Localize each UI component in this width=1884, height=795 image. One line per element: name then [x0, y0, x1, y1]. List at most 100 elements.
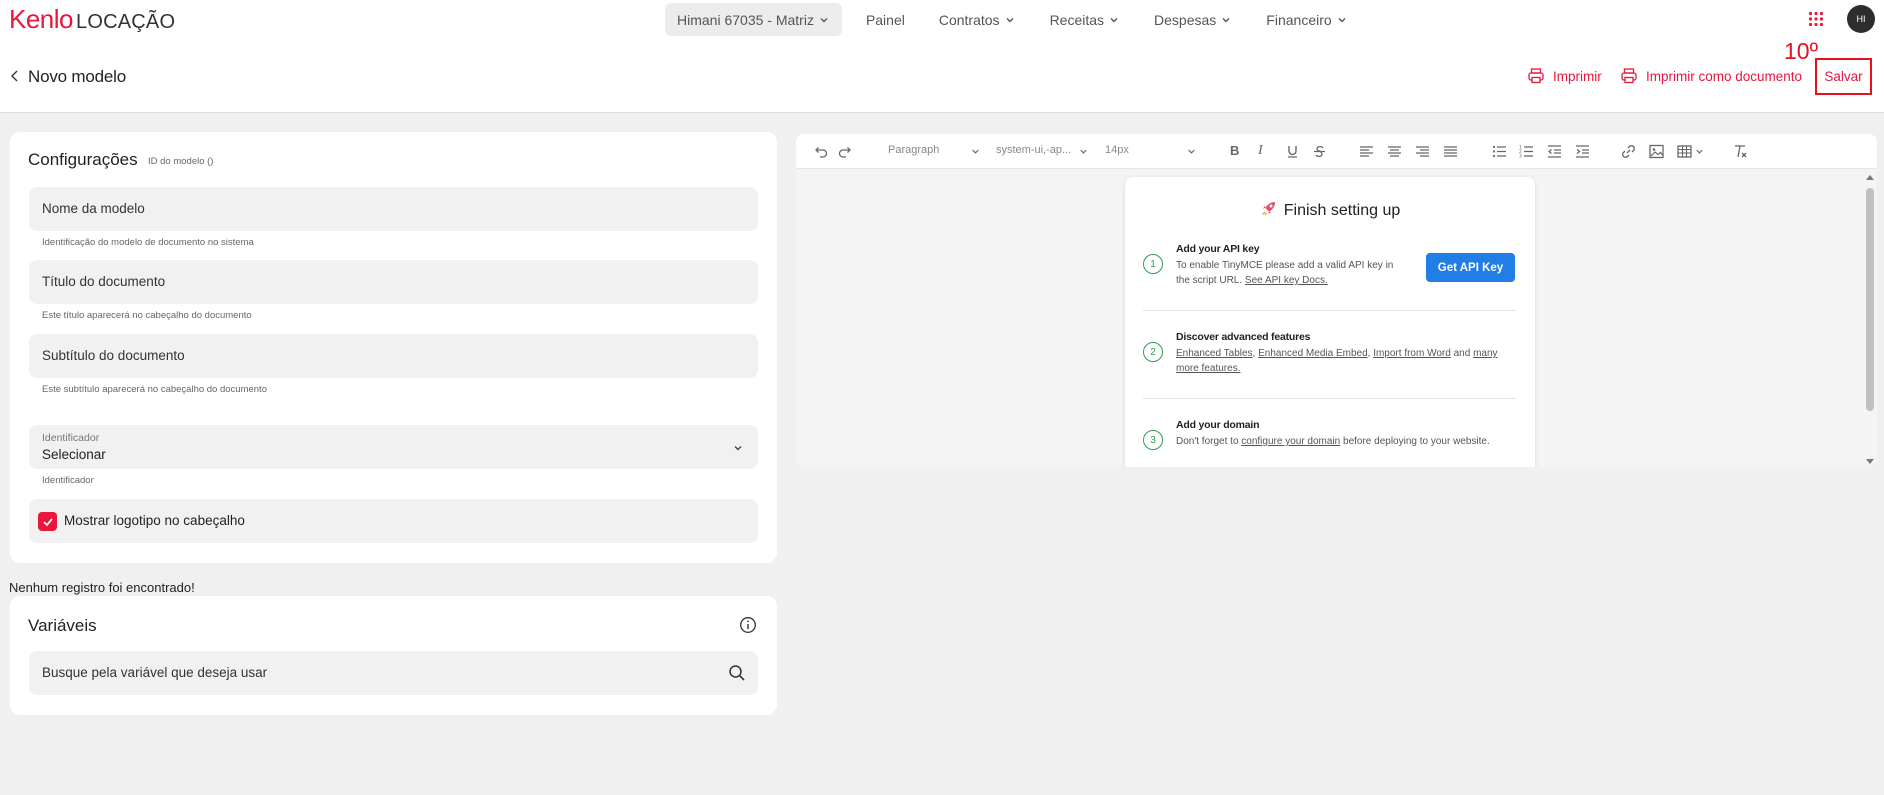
step-number: 2 — [1143, 342, 1163, 362]
field-hint: Este título aparecerá no cabeçalho do do… — [42, 310, 252, 321]
align-left-icon[interactable] — [1358, 143, 1375, 160]
rich-text-editor[interactable]: Paragraph system-ui,-ap... 14px B I 123 — [796, 134, 1877, 467]
chevron-down-icon — [1338, 17, 1346, 22]
link-icon[interactable] — [1620, 143, 1637, 160]
config-title: Configurações — [28, 150, 138, 169]
back-arrow-icon[interactable] — [8, 69, 22, 83]
step-desc-text: Don't forget to — [1176, 436, 1239, 447]
finish-setup-panel: Finish setting up 1 Add your API key To … — [1125, 177, 1535, 467]
chevron-down-icon — [1080, 149, 1087, 154]
step-desc-text: the script URL. — [1176, 275, 1243, 286]
font-family-dropdown[interactable]: system-ui,-ap... — [996, 144, 1071, 156]
get-api-key-button[interactable]: Get API Key — [1426, 253, 1515, 282]
configure-domain-link[interactable]: configure your domain — [1241, 436, 1340, 447]
chevron-down-icon — [734, 446, 742, 451]
nav-contratos[interactable]: Contratos — [927, 3, 1028, 36]
variables-search-input[interactable]: Busque pela variável que deseja usar — [29, 651, 758, 695]
divider — [1143, 398, 1516, 399]
step-description: To enable TinyMCE please add a valid API… — [1176, 258, 1393, 288]
enhanced-media-link[interactable]: Enhanced Media Embed — [1258, 348, 1368, 359]
apps-grid-icon[interactable] — [1808, 11, 1824, 27]
kenlo-logo[interactable]: Kenlo LOCAÇÃO — [9, 4, 175, 35]
image-icon[interactable] — [1648, 143, 1665, 160]
field-label: Subtítulo do documento — [42, 348, 185, 363]
undo-icon[interactable] — [812, 143, 829, 160]
model-name-input[interactable]: Nome da modelo — [29, 187, 758, 231]
field-label: Nome da modelo — [42, 201, 145, 216]
chevron-down-icon — [820, 17, 828, 22]
chevron-down-icon — [972, 149, 979, 154]
divider — [1143, 310, 1516, 311]
enhanced-tables-link[interactable]: Enhanced Tables — [1176, 348, 1253, 359]
align-center-icon[interactable] — [1386, 143, 1403, 160]
editor-scrollbar[interactable] — [1864, 174, 1876, 467]
nav-despesas[interactable]: Despesas — [1142, 3, 1244, 36]
scroll-up-arrow-icon[interactable] — [1866, 174, 1874, 182]
step-desc-text: before deploying to your website. — [1343, 436, 1490, 447]
more-features-link[interactable]: more features. — [1176, 363, 1240, 374]
scrollbar-thumb[interactable] — [1866, 188, 1874, 411]
page-title: Novo modelo — [28, 67, 126, 86]
step-title: Discover advanced features — [1176, 331, 1311, 343]
step-desc-text: and — [1453, 348, 1471, 359]
step-description: Enhanced Tables, Enhanced Media Embed, I… — [1176, 348, 1498, 374]
chevron-down-icon — [1110, 17, 1118, 22]
nav-painel[interactable]: Painel — [854, 3, 917, 36]
branch-selector[interactable]: Himani 67035 - Matriz — [665, 3, 842, 36]
panel-title-text: Finish setting up — [1283, 202, 1401, 219]
italic-icon[interactable]: I — [1258, 143, 1275, 160]
scroll-down-arrow-icon[interactable] — [1866, 457, 1874, 465]
block-format-dropdown[interactable]: Paragraph — [888, 144, 939, 156]
print-label: Imprimir — [1553, 68, 1602, 84]
nav-receitas[interactable]: Receitas — [1038, 3, 1132, 36]
top-nav-bar: Kenlo LOCAÇÃO Himani 67035 - Matriz Pain… — [0, 0, 1884, 40]
chevron-down-icon — [1696, 149, 1703, 154]
rocket-icon — [1260, 199, 1278, 217]
model-id-label: ID do modelo () — [148, 156, 214, 167]
nav-financeiro[interactable]: Financeiro — [1254, 3, 1359, 36]
import-word-link[interactable]: Import from Word — [1373, 348, 1451, 359]
search-icon[interactable] — [728, 664, 746, 682]
underline-icon[interactable] — [1284, 143, 1301, 160]
document-title-input[interactable]: Título do documento — [29, 260, 758, 304]
table-icon[interactable] — [1676, 143, 1693, 160]
field-hint: Este subtítulo aparecerá no cabeçalho do… — [42, 384, 267, 395]
align-justify-icon[interactable] — [1442, 143, 1459, 160]
many-features-link[interactable]: many — [1473, 348, 1497, 359]
variables-card: Variáveis Busque pela variável que desej… — [10, 596, 777, 715]
editor-toolbar: Paragraph system-ui,-ap... 14px B I 123 — [796, 134, 1877, 169]
bold-icon[interactable]: B — [1230, 143, 1247, 160]
step-number: 3 — [1143, 430, 1163, 450]
step-title: Add your domain — [1176, 419, 1260, 431]
api-key-docs-link[interactable]: See API key Docs. — [1245, 275, 1328, 286]
print-doc-label: Imprimir como documento — [1646, 68, 1803, 84]
document-subtitle-input[interactable]: Subtítulo do documento — [29, 334, 758, 378]
user-avatar[interactable]: HI — [1847, 5, 1875, 33]
font-size-dropdown[interactable]: 14px — [1105, 144, 1129, 156]
strikethrough-icon[interactable] — [1311, 143, 1328, 160]
bullet-list-icon[interactable] — [1491, 143, 1508, 160]
step-annotation: 10º — [1784, 38, 1818, 64]
check-icon — [42, 517, 53, 526]
empty-message: Nenhum registro foi encontrado! — [9, 580, 195, 595]
page-header: Novo modelo Imprimir Imprimir como docum… — [0, 40, 1884, 113]
identifier-select[interactable]: Identificador Selecionar — [29, 425, 758, 469]
save-label: Salvar — [1824, 69, 1863, 84]
step-desc-text: To enable TinyMCE please add a valid API… — [1176, 260, 1394, 271]
logo-checkbox[interactable] — [38, 512, 57, 531]
clear-formatting-icon[interactable] — [1732, 143, 1749, 160]
indent-icon[interactable] — [1574, 143, 1591, 160]
print-button[interactable]: Imprimir — [1527, 67, 1602, 85]
align-right-icon[interactable] — [1414, 143, 1431, 160]
numbered-list-icon[interactable]: 123 — [1518, 143, 1535, 160]
info-icon[interactable] — [739, 616, 757, 634]
printer-icon — [1528, 68, 1544, 84]
main-nav: Himani 67035 - Matriz Painel Contratos R… — [665, 3, 1370, 36]
chevron-down-icon — [1188, 149, 1195, 154]
outdent-icon[interactable] — [1546, 143, 1563, 160]
save-button[interactable]: Salvar — [1815, 58, 1872, 95]
redo-icon[interactable] — [837, 143, 854, 160]
print-as-document-button[interactable]: Imprimir como documento — [1620, 67, 1802, 85]
logo-product: LOCAÇÃO — [76, 11, 176, 33]
logo-checkbox-row[interactable]: Mostrar logotipo no cabeçalho — [29, 499, 758, 543]
